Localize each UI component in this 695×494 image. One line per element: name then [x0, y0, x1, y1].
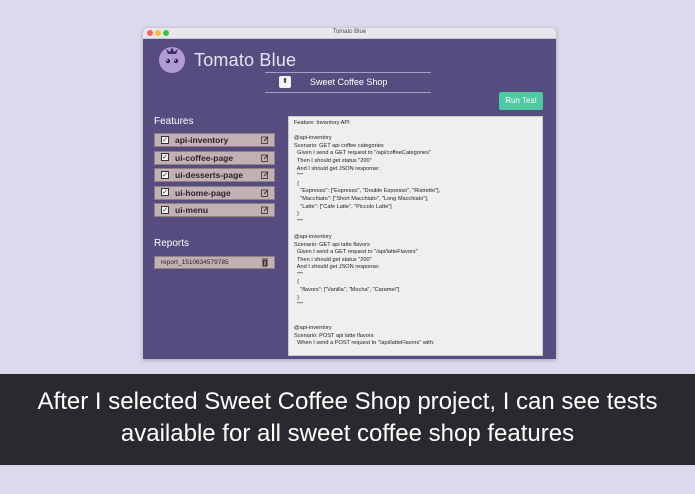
feature-checkbox[interactable]: ✓ — [161, 153, 169, 161]
feature-item-api-inventory[interactable]: ✓ api-inventory — [154, 133, 275, 147]
feature-label: ui-coffee-page — [175, 152, 234, 163]
feature-file-content: Feature: Inventory API @api-inventory Sc… — [294, 120, 441, 347]
feature-checkbox[interactable]: ✓ — [161, 205, 169, 214]
trash-icon[interactable] — [261, 258, 269, 267]
features-heading: Features — [154, 116, 194, 127]
feature-item-ui-coffee-page[interactable]: ✓ ui-coffee-page — [154, 150, 275, 165]
feature-label: ui-menu — [175, 205, 209, 215]
reports-heading: Reports — [154, 238, 190, 249]
feature-label: api-inventory — [175, 135, 229, 145]
feature-checkbox[interactable]: ✓ — [161, 170, 169, 179]
edit-icon[interactable] — [261, 154, 269, 162]
tomato-logo-icon — [159, 47, 185, 73]
project-select-value: Sweet Coffee Shop — [310, 77, 388, 87]
report-label: report_1510634579785 — [161, 258, 229, 266]
feature-item-ui-home-page[interactable]: ✓ ui-home-page — [154, 185, 275, 200]
edit-icon[interactable] — [261, 189, 269, 197]
feature-checkbox[interactable]: ✓ — [161, 188, 169, 196]
feature-file-viewer[interactable]: Feature: Inventory API @api-inventory Sc… — [288, 116, 543, 356]
chevron-updown-icon[interactable]: ⬍ — [279, 76, 291, 88]
window-title: Tomato Blue — [332, 29, 367, 35]
edit-icon[interactable] — [261, 171, 269, 179]
report-item[interactable]: report_1510634579785 — [154, 256, 275, 269]
edit-icon[interactable] — [261, 206, 269, 214]
feature-item-ui-menu[interactable]: ✓ ui-menu — [154, 203, 275, 217]
run-test-button[interactable]: Run Test — [499, 92, 543, 110]
project-select[interactable]: ⬍ Sweet Coffee Shop — [265, 72, 431, 93]
feature-item-ui-desserts-page[interactable]: ✓ ui-desserts-page — [154, 168, 275, 182]
feature-list: ✓ api-inventory ✓ ui-coffee-page ✓ ui-de… — [154, 133, 275, 221]
title-bar: Tomato Blue — [143, 28, 556, 39]
app-title: Tomato Blue — [194, 50, 297, 70]
feature-checkbox[interactable]: ✓ — [161, 135, 169, 144]
feature-label: ui-home-page — [175, 187, 231, 198]
feature-label: ui-desserts-page — [175, 170, 244, 180]
app-window: Tomato Blue Tomato Blue ⬍ Sweet Coffee S… — [143, 28, 556, 359]
caption-text: After I selected Sweet Coffee Shop proje… — [37, 388, 658, 447]
edit-icon[interactable] — [261, 136, 269, 144]
